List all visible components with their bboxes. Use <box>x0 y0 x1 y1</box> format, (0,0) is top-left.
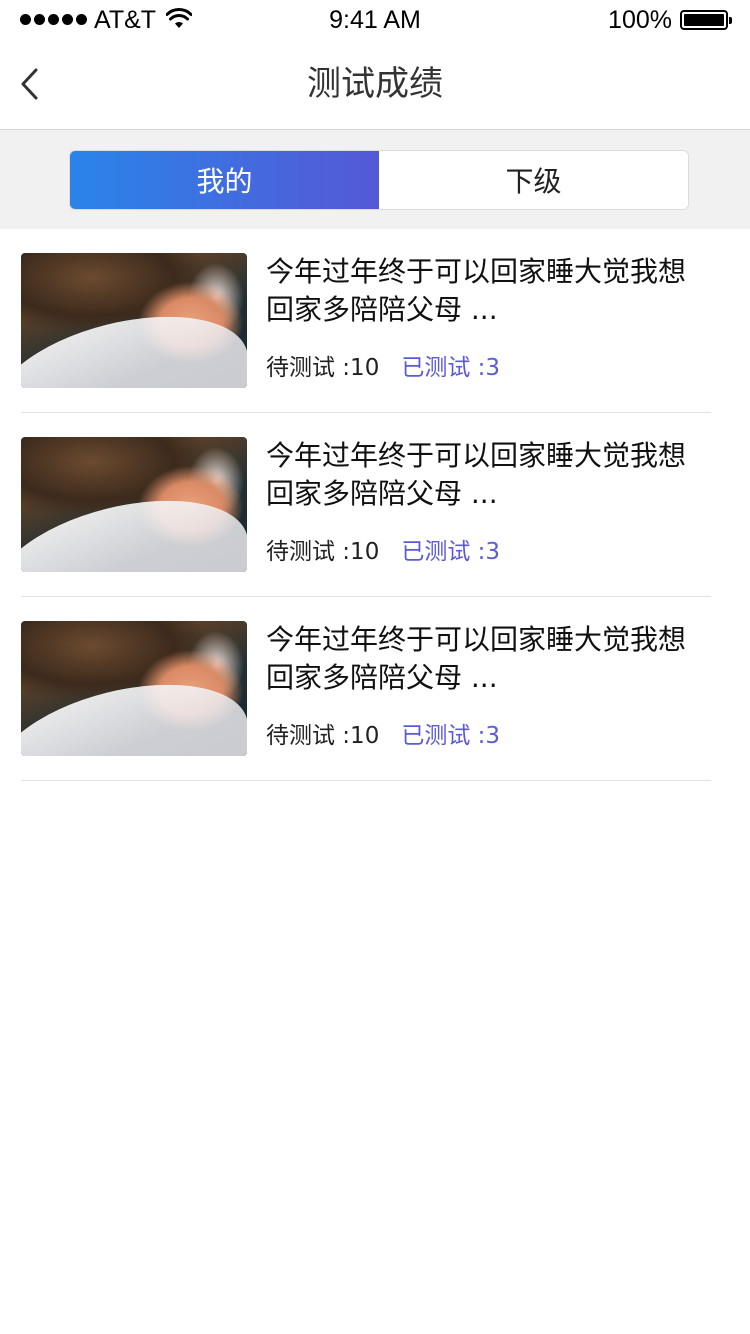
tab-bar-area: 我的 下级 <box>0 130 750 229</box>
nav-bar: 测试成绩 <box>0 40 750 130</box>
thumbnail-image <box>21 253 247 388</box>
segmented-control: 我的 下级 <box>69 150 689 210</box>
tab-subordinate[interactable]: 下级 <box>379 151 688 209</box>
pending-count: 待测试 :10 <box>266 723 380 749</box>
item-stats: 待测试 :10 已测试 :3 <box>266 721 500 751</box>
score-list: 今年过年终于可以回家睡大觉我想回家多陪陪父母 ... 待测试 :10 已测试 :… <box>0 229 750 781</box>
status-bar: AT&T 9:41 AM 100% <box>0 0 750 40</box>
battery-icon <box>680 10 732 30</box>
item-stats: 待测试 :10 已测试 :3 <box>266 537 500 567</box>
tested-count: 已测试 :3 <box>401 723 501 749</box>
battery-percent: 100% <box>608 6 672 34</box>
item-title: 今年过年终于可以回家睡大觉我想回家多陪陪父母 ... <box>266 623 687 694</box>
page-title: 测试成绩 <box>307 64 443 104</box>
pending-count: 待测试 :10 <box>266 539 380 565</box>
list-item[interactable]: 今年过年终于可以回家睡大觉我想回家多陪陪父母 ... 待测试 :10 已测试 :… <box>21 597 711 781</box>
thumbnail-image <box>21 621 247 756</box>
pending-count: 待测试 :10 <box>266 355 380 381</box>
list-item[interactable]: 今年过年终于可以回家睡大觉我想回家多陪陪父母 ... 待测试 :10 已测试 :… <box>21 413 711 597</box>
tab-mine[interactable]: 我的 <box>70 151 379 209</box>
list-item[interactable]: 今年过年终于可以回家睡大觉我想回家多陪陪父母 ... 待测试 :10 已测试 :… <box>21 229 711 413</box>
item-title: 今年过年终于可以回家睡大觉我想回家多陪陪父母 ... <box>266 439 687 510</box>
item-title: 今年过年终于可以回家睡大觉我想回家多陪陪父母 ... <box>266 255 687 326</box>
thumbnail-image <box>21 437 247 572</box>
tested-count: 已测试 :3 <box>401 355 501 381</box>
item-stats: 待测试 :10 已测试 :3 <box>266 353 500 383</box>
tested-count: 已测试 :3 <box>401 539 501 565</box>
